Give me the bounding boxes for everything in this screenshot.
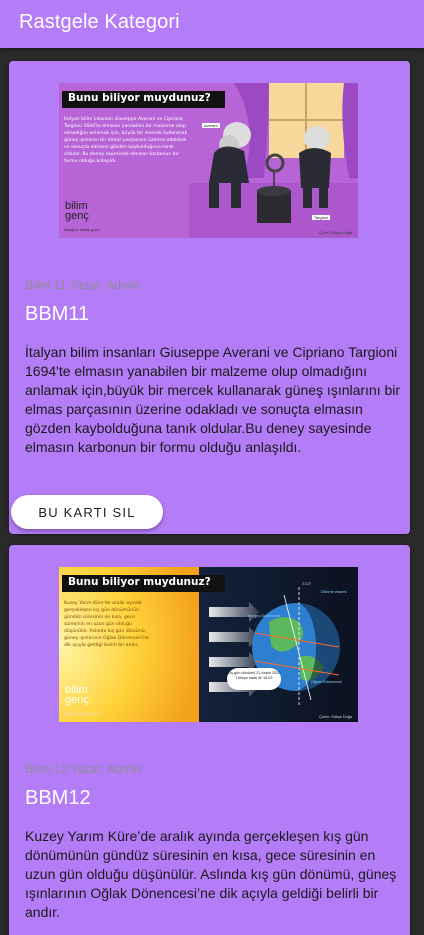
- image-label-cancer: Yengeç Dönencesi: [247, 613, 281, 618]
- post-author-label: Yazar:: [69, 278, 104, 292]
- post-body: Kuzey Yarım Küre’de aralık ayında gerçek…: [25, 828, 397, 920]
- post-title: BBM11: [25, 303, 90, 325]
- image-caption: Kuzey Yarım Küre'de aralık ayında gerçek…: [64, 601, 149, 648]
- post-meta: Bilim 12 Yazar: Admin: [25, 762, 144, 776]
- image-url: bilimgenc.tubitak.gov.tr: [64, 712, 100, 716]
- image-brand-line2: genç: [65, 210, 89, 222]
- image-bubble: Kış gün dönümü 21 Aralık 2020 Türkiye sa…: [227, 668, 281, 690]
- image-credit: Çizim: Gökçe Doğa: [319, 231, 352, 235]
- image-brand: bilim genç: [65, 685, 89, 706]
- image-label-degree: 23.5°: [302, 581, 312, 586]
- image-credit: Çizim: Gökçe Doğa: [319, 715, 352, 719]
- app-title: Rastgele Kategori: [19, 11, 180, 33]
- post-card: Bunu biliyor muydunuz? İtalyan bilim ins…: [9, 61, 410, 534]
- post-title: BBM12: [25, 787, 91, 809]
- image-heading: Bunu biliyor muydunuz?: [68, 576, 211, 588]
- image-caption: İtalyan bilim insanları Giuseppe Averani…: [64, 117, 188, 164]
- app-bar: Rastgele Kategori: [0, 0, 424, 48]
- image-heading-box: Bunu biliyor muydunuz?: [62, 91, 225, 108]
- post-image: Bunu biliyor muydunuz? Kuzey Yarım Küre'…: [59, 567, 358, 722]
- post-author-label: Yazar:: [70, 762, 105, 776]
- post-card: Bunu biliyor muydunuz? Kuzey Yarım Küre'…: [9, 545, 410, 935]
- post-meta: Bilim 11 Yazar: Admin: [25, 278, 143, 292]
- post-author: Admin: [106, 278, 141, 292]
- image-heading-box: Bunu biliyor muydunuz?: [62, 575, 225, 592]
- image-label-averani: Averani: [202, 123, 220, 128]
- image-brand-line2: genç: [65, 694, 89, 706]
- image-label-capricorn: Oğlak Dönencesi: [311, 679, 342, 684]
- post-category: Bilim: [25, 278, 51, 292]
- post-number: 12: [54, 762, 68, 776]
- delete-card-button[interactable]: BU KARTI SIL: [11, 495, 163, 529]
- image-label-targioni: Targioni: [312, 215, 331, 220]
- post-category: Bilim: [25, 762, 51, 776]
- post-author: Admin: [107, 762, 142, 776]
- post-body: İtalyan bilim insanları Giuseppe Averani…: [25, 344, 401, 455]
- post-image: Bunu biliyor muydunuz? İtalyan bilim ins…: [59, 83, 358, 238]
- image-heading: Bunu biliyor muydunuz?: [68, 92, 211, 104]
- image-url: bilimgenc.tubitak.gov.tr: [64, 228, 100, 232]
- image-brand: bilim genç: [65, 201, 89, 222]
- card-feed[interactable]: Bunu biliyor muydunuz? İtalyan bilim ins…: [0, 48, 424, 935]
- post-number: 11: [54, 278, 67, 292]
- image-label-axis: Dönme ekseni: [321, 589, 347, 594]
